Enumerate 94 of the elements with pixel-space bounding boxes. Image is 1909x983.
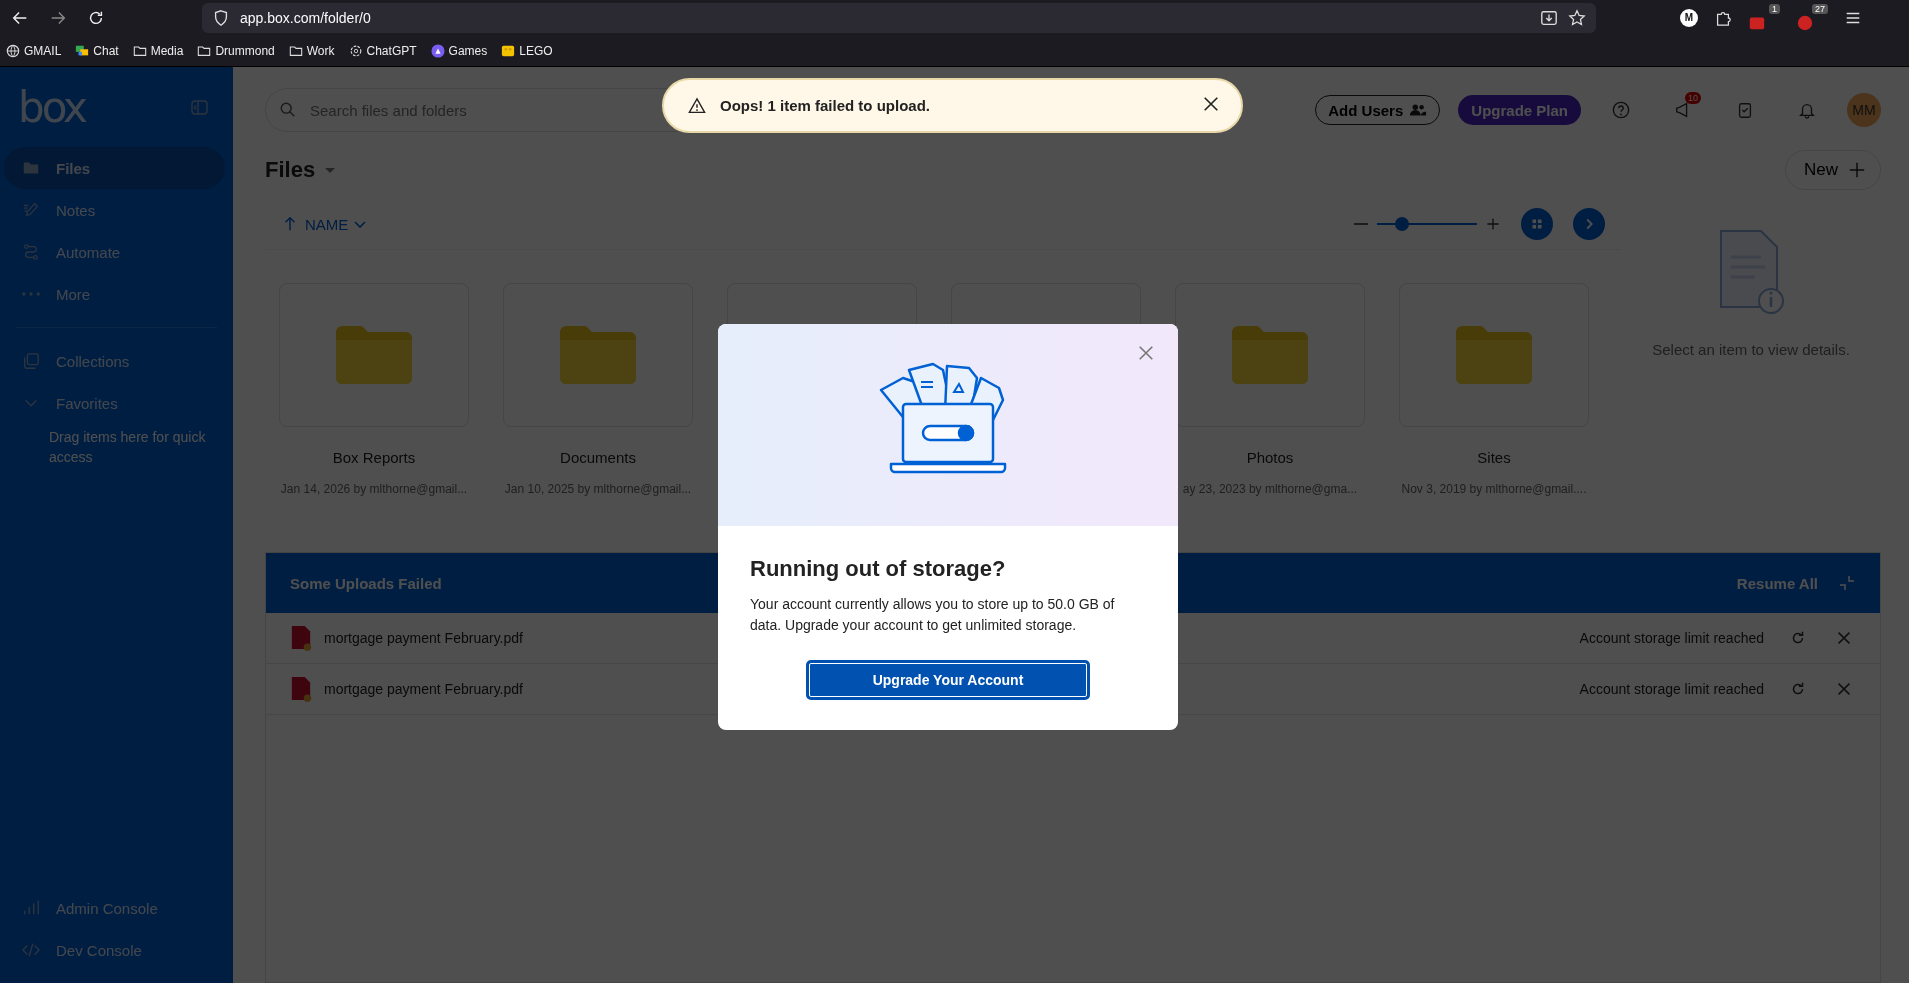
pdf-file-icon bbox=[290, 625, 312, 651]
close-icon bbox=[1202, 95, 1220, 113]
expand-sidebar-button[interactable] bbox=[1573, 208, 1605, 240]
pdf-file-icon bbox=[290, 676, 312, 702]
close-icon bbox=[1835, 629, 1853, 647]
folder-card[interactable] bbox=[1175, 283, 1365, 427]
bookmark[interactable]: Games bbox=[430, 43, 488, 58]
more-icon bbox=[22, 292, 40, 296]
clipboard-icon bbox=[1736, 101, 1754, 119]
sort-button[interactable]: NAME bbox=[281, 215, 367, 233]
add-users-button[interactable]: Add Users bbox=[1315, 95, 1441, 125]
dialog-message: Your account currently allows you to store up to 50.0 GB of data. Upgrade your account to get unlimited storage. bbox=[750, 595, 1116, 635]
zoom-in-button[interactable] bbox=[1485, 216, 1501, 232]
user-avatar[interactable]: MM bbox=[1847, 93, 1881, 127]
folder-card[interactable] bbox=[279, 283, 469, 427]
knot-icon bbox=[348, 43, 363, 58]
dialog-title: Running out of storage? bbox=[750, 556, 1007, 582]
file-name: mortgage payment February.pdf bbox=[324, 681, 523, 697]
folder-icon bbox=[132, 43, 147, 58]
warning-icon bbox=[688, 96, 706, 115]
sidebar-item[interactable]: Collections bbox=[4, 340, 225, 382]
resume-all-button[interactable]: Resume All bbox=[1736, 574, 1818, 592]
logo[interactable]: box bbox=[18, 82, 85, 132]
brick-icon bbox=[501, 43, 516, 58]
profile-avatar[interactable]: M bbox=[1680, 8, 1698, 27]
grid-view-button[interactable] bbox=[1521, 208, 1553, 240]
help-icon bbox=[1612, 101, 1630, 119]
favorites-hint: Drag items here for quick access bbox=[48, 428, 207, 467]
address-bar[interactable]: app.box.com/folder/0 bbox=[202, 2, 1596, 33]
collections-icon bbox=[22, 352, 40, 370]
bookmark[interactable]: Media bbox=[132, 43, 184, 58]
folder-card[interactable] bbox=[503, 283, 693, 427]
folder-icon bbox=[334, 324, 414, 386]
close-icon bbox=[1835, 680, 1853, 698]
close-icon bbox=[1137, 344, 1155, 362]
sidebar-item[interactable]: Notes bbox=[4, 189, 225, 231]
bookmark[interactable]: Work bbox=[288, 43, 335, 58]
automate-icon bbox=[22, 243, 40, 261]
folder-name[interactable]: Box Reports bbox=[332, 449, 416, 466]
upgrade-plan-button[interactable]: Upgrade Plan bbox=[1458, 95, 1581, 125]
download-icon bbox=[1540, 8, 1558, 27]
upload-status: Account storage limit reached bbox=[1579, 630, 1764, 646]
uploads-title: Some Uploads Failed bbox=[290, 574, 442, 592]
folder-name[interactable]: Sites bbox=[1477, 449, 1511, 466]
sidebar-item[interactable]: Admin Console bbox=[4, 887, 225, 929]
sidebar-item[interactable]: Dev Console bbox=[4, 929, 225, 971]
url-text: app.box.com/folder/0 bbox=[240, 9, 372, 26]
upgrade-account-button[interactable]: Upgrade Your Account bbox=[806, 660, 1090, 700]
folder-icon bbox=[558, 324, 638, 386]
sidebar-item[interactable]: Automate bbox=[4, 231, 225, 273]
minus-icon bbox=[1354, 223, 1368, 225]
folder-name[interactable]: Photos bbox=[1246, 449, 1294, 466]
sidebar-item[interactable]: Files bbox=[4, 147, 225, 189]
search-icon bbox=[279, 101, 297, 119]
shield-icon bbox=[212, 8, 230, 27]
new-button[interactable]: New bbox=[1785, 150, 1881, 190]
slider-thumb[interactable] bbox=[1395, 217, 1409, 231]
extension-button[interactable]: 27 bbox=[1796, 3, 1828, 32]
pencil-icon bbox=[22, 201, 40, 219]
folder-title[interactable]: Files bbox=[265, 157, 336, 183]
extension-badge: 1 bbox=[1769, 3, 1780, 14]
folder-icon bbox=[197, 43, 212, 58]
extension-button[interactable]: 1 bbox=[1748, 3, 1780, 32]
bookmark[interactable]: ChatGPT bbox=[348, 43, 417, 58]
sidebar-item[interactable]: More bbox=[4, 273, 225, 315]
chat-icon bbox=[75, 43, 90, 58]
collapse-icon[interactable] bbox=[1838, 574, 1856, 592]
extension-badge: 27 bbox=[1812, 3, 1828, 14]
globe-icon bbox=[6, 43, 20, 58]
bookmark[interactable]: Drummond bbox=[197, 43, 275, 58]
folder-icon bbox=[1230, 324, 1310, 386]
bar-chart-icon bbox=[22, 899, 40, 917]
folder-card[interactable] bbox=[1399, 283, 1589, 427]
chevron-down-icon bbox=[354, 220, 367, 228]
bookmark[interactable]: Chat bbox=[75, 43, 119, 58]
plus-icon bbox=[1848, 161, 1866, 179]
bell-icon bbox=[1798, 101, 1816, 119]
folder-name[interactable]: Documents bbox=[560, 449, 636, 466]
plus-icon bbox=[1485, 215, 1501, 233]
upload-status: Account storage limit reached bbox=[1579, 681, 1764, 697]
code-icon bbox=[22, 941, 40, 959]
sidebar-toggle-icon[interactable] bbox=[191, 99, 208, 115]
games-icon bbox=[430, 43, 445, 58]
bookmark[interactable]: LEGO bbox=[501, 43, 553, 58]
star-icon bbox=[1568, 8, 1586, 27]
sidebar-item[interactable]: Favorites bbox=[4, 382, 225, 424]
folder-icon bbox=[288, 43, 303, 58]
notifications-button[interactable]: 10 bbox=[1661, 90, 1705, 130]
extension-icon bbox=[1796, 13, 1814, 32]
file-name: mortgage payment February.pdf bbox=[324, 630, 523, 646]
caret-icon bbox=[325, 167, 336, 173]
bookmark[interactable]: GMAIL bbox=[6, 43, 62, 58]
notification-badge: 10 bbox=[1685, 92, 1701, 104]
folder-icon bbox=[1454, 324, 1534, 386]
